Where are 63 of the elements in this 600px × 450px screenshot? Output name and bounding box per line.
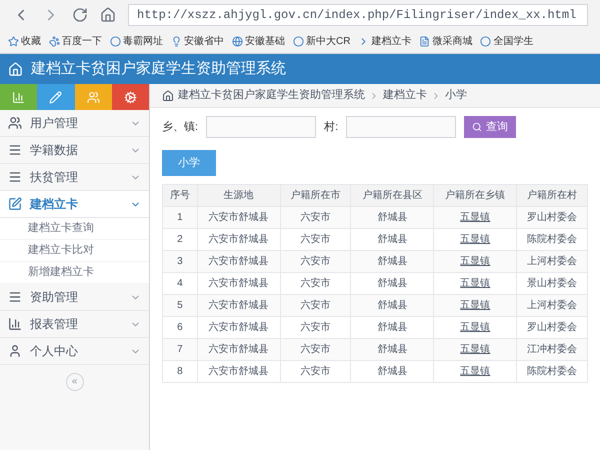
submenu-item[interactable]: 建档立卡比对	[0, 240, 149, 262]
bookmark-link[interactable]: 收藏	[8, 34, 41, 49]
table-cell: 六安市	[280, 360, 351, 382]
app-title: 建档立卡贫困户家庭学生资助管理系统	[31, 58, 286, 79]
menu-item[interactable]: 用户管理	[0, 110, 149, 137]
submenu-item[interactable]: 新增建档立卡	[0, 262, 149, 284]
home-icon	[8, 62, 23, 76]
globe-icon	[232, 36, 243, 47]
table-cell: 六安市舒城县	[197, 360, 280, 382]
home-icon[interactable]	[100, 7, 116, 23]
circle-icon	[480, 36, 492, 47]
settings-icon	[124, 90, 137, 104]
column-header: 序号	[162, 184, 198, 206]
edit-icon	[8, 197, 22, 211]
circle-icon	[293, 36, 304, 47]
bookmark-link[interactable]: 百度一下	[49, 34, 102, 49]
search-icon	[472, 122, 482, 132]
bookmark-link[interactable]: 毒霸网址	[110, 34, 163, 49]
search-field[interactable]	[206, 116, 316, 138]
field-label: 乡、镇:	[162, 120, 198, 135]
shortcut-button[interactable]	[37, 84, 74, 110]
home-icon	[162, 90, 174, 102]
chart-icon	[12, 90, 26, 104]
bookmark-link[interactable]: 微采商城	[419, 34, 472, 49]
bookmark-link[interactable]: 建档立卡	[358, 34, 412, 49]
breadcrumb-link[interactable]: 建档立卡	[383, 87, 427, 104]
chart-icon	[8, 317, 22, 331]
star-icon	[8, 36, 19, 47]
bookmark-link[interactable]: 安徽基础	[232, 34, 285, 49]
menu-item[interactable]: 报表管理	[0, 311, 149, 338]
shortcut-button[interactable]	[74, 84, 112, 110]
circle-icon	[110, 36, 121, 47]
page-icon	[419, 36, 430, 47]
users-icon	[86, 90, 100, 104]
shortcut-button[interactable]	[0, 84, 38, 110]
paw-icon	[49, 36, 60, 47]
breadcrumb-link[interactable]: 小学	[445, 87, 467, 104]
menu-icon	[8, 143, 22, 157]
table-cell: 舒城县	[350, 360, 434, 382]
pencil-icon	[49, 90, 62, 104]
breadcrumb-link[interactable]: 建档立卡贫困户家庭学生资助管理系统	[178, 87, 365, 104]
user-icon	[8, 344, 22, 358]
submenu-item[interactable]: 建档立卡查询	[0, 218, 149, 240]
table-cell[interactable]: 五显镇	[434, 360, 517, 382]
field-label: 村:	[324, 120, 338, 135]
bookmark-link[interactable]: 安徽省中	[171, 34, 224, 49]
table-cell: 陈院村委会	[516, 360, 588, 382]
users-icon	[8, 116, 22, 130]
menu-item[interactable]: 学籍数据	[0, 137, 149, 164]
menu-icon	[8, 170, 22, 184]
bookmark-link[interactable]: 新中大CR	[293, 34, 350, 49]
address-bar[interactable]: http://xszz.ahjygl.gov.cn/index.php/Filingriser/index_xx.html	[128, 4, 588, 26]
bulb-icon	[171, 36, 182, 47]
bookmark-link[interactable]: 全国学生	[480, 34, 534, 49]
table-cell: 8	[162, 360, 198, 382]
menu-item[interactable]: 个人中心	[0, 338, 149, 365]
search-field[interactable]	[346, 116, 456, 138]
reload-icon[interactable]	[72, 7, 88, 23]
menu-item[interactable]: 建档立卡	[0, 191, 149, 218]
menu-icon	[8, 290, 22, 304]
query-button[interactable]: 查询	[464, 116, 516, 138]
shortcut-button[interactable]	[112, 84, 149, 110]
menu-item[interactable]: 资助管理	[0, 284, 149, 311]
